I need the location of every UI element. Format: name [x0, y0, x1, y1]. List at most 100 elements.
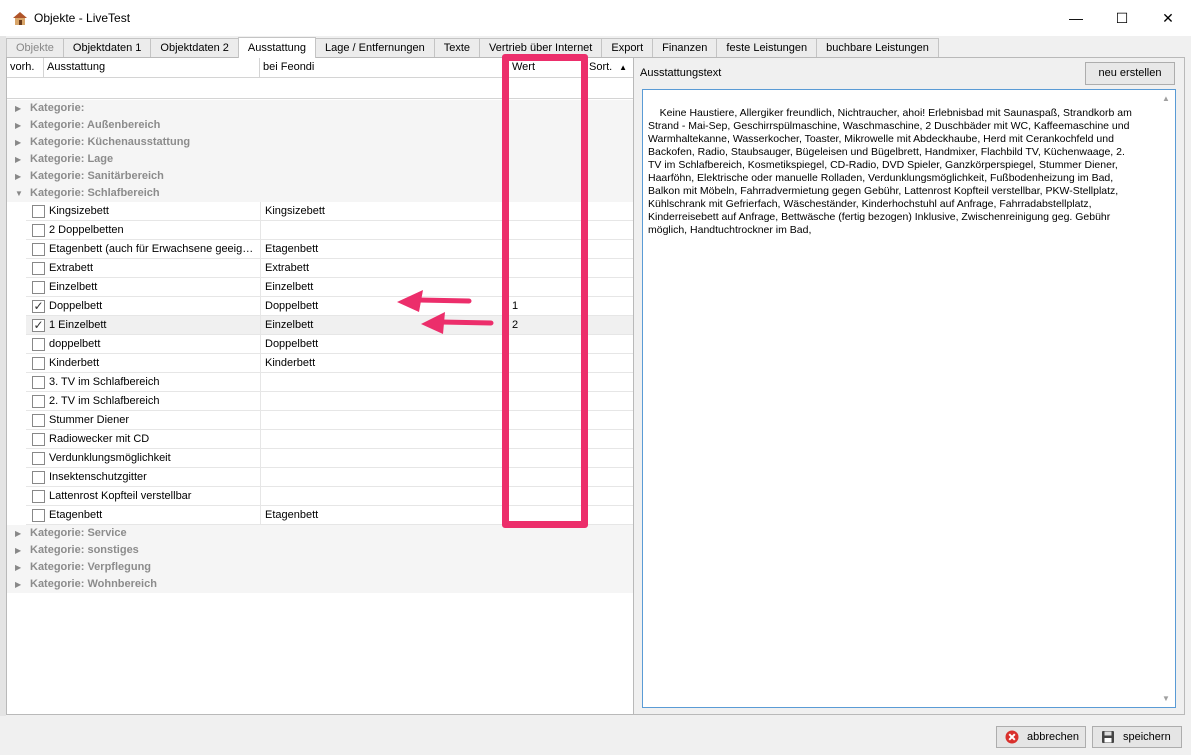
ausstattung-cell[interactable]: Doppelbett	[49, 297, 255, 315]
maximize-button[interactable]: ☐	[1099, 0, 1145, 36]
feondi-cell[interactable]	[260, 392, 500, 410]
table-row[interactable]: ✓ 1 Einzelbett Einzelbett 2	[26, 316, 633, 335]
tab-vertrieb[interactable]: Vertrieb über Internet	[479, 38, 603, 58]
expand-arrow-icon[interactable]: ▶	[15, 542, 21, 559]
ausstattung-cell[interactable]: Stummer Diener	[49, 411, 255, 429]
wert-cell[interactable]: 1	[512, 297, 572, 315]
ausstattung-cell[interactable]: Verdunklungsmöglichkeit	[49, 449, 255, 467]
table-row[interactable]: 2 Doppelbetten	[26, 221, 633, 240]
feondi-cell[interactable]: Extrabett	[260, 259, 500, 277]
vorhanden-checkbox[interactable]	[32, 395, 45, 408]
vorhanden-checkbox[interactable]	[32, 338, 45, 351]
ausstattung-cell[interactable]: Kinderbett	[49, 354, 255, 372]
column-wert[interactable]: Wert	[508, 58, 586, 78]
expand-arrow-icon[interactable]: ▶	[15, 525, 21, 542]
table-row[interactable]: Einzelbett Einzelbett	[26, 278, 633, 297]
vorhanden-checkbox[interactable]	[32, 243, 45, 256]
feondi-cell[interactable]: Kinderbett	[260, 354, 500, 372]
tab-lage-entfernungen[interactable]: Lage / Entfernungen	[315, 38, 435, 58]
category-row[interactable]: ▶ Kategorie: Außenbereich	[7, 117, 633, 134]
table-row[interactable]: Stummer Diener	[26, 411, 633, 430]
category-row[interactable]: ▶ Kategorie: Service	[7, 525, 633, 542]
vorhanden-checkbox-checked[interactable]: ✓	[32, 319, 45, 332]
expand-arrow-icon[interactable]: ▶	[15, 100, 21, 117]
minimize-button[interactable]: —	[1053, 0, 1099, 36]
wert-cell[interactable]: 2	[512, 316, 572, 334]
feondi-cell[interactable]: Kingsizebett	[260, 202, 500, 220]
feondi-cell[interactable]: Etagenbett	[260, 506, 500, 524]
vorhanden-checkbox[interactable]	[32, 452, 45, 465]
tab-feste-leistungen[interactable]: feste Leistungen	[716, 38, 818, 58]
ausstattung-cell[interactable]: 2. TV im Schlafbereich	[49, 392, 255, 410]
vorhanden-checkbox[interactable]	[32, 262, 45, 275]
feondi-cell[interactable]	[260, 449, 500, 467]
feondi-cell[interactable]	[260, 430, 500, 448]
ausstattung-cell[interactable]: Kingsizebett	[49, 202, 255, 220]
filter-row[interactable]	[7, 78, 633, 99]
tab-ausstattung[interactable]: Ausstattung	[237, 37, 317, 58]
vorhanden-checkbox[interactable]	[32, 509, 45, 522]
expand-arrow-icon[interactable]: ▶	[15, 168, 21, 185]
expand-arrow-icon[interactable]: ▶	[15, 117, 21, 134]
textarea-scrollbar[interactable]: ▲ ▼	[1160, 90, 1175, 707]
table-row[interactable]: doppelbett Doppelbett	[26, 335, 633, 354]
category-row[interactable]: ▶ Kategorie: sonstiges	[7, 542, 633, 559]
abbrechen-button[interactable]: abbrechen	[996, 726, 1086, 748]
ausstattung-cell[interactable]: 2 Doppelbetten	[49, 221, 255, 239]
table-row[interactable]: 3. TV im Schlafbereich	[26, 373, 633, 392]
feondi-cell[interactable]	[260, 373, 500, 391]
table-row[interactable]: ✓ Doppelbett Doppelbett 1	[26, 297, 633, 316]
close-button[interactable]: ✕	[1145, 0, 1191, 36]
category-row[interactable]: ▶ Kategorie: Wohnbereich	[7, 576, 633, 593]
ausstattung-cell[interactable]: Etagenbett (auch für Erwachsene geeign..…	[49, 240, 255, 258]
column-bei-feondi[interactable]: bei Feondi	[260, 58, 508, 78]
ausstattungstext-textarea[interactable]: Keine Haustiere, Allergiker freundlich, …	[642, 89, 1176, 708]
table-row[interactable]: Extrabett Extrabett	[26, 259, 633, 278]
expand-arrow-icon[interactable]: ▶	[15, 576, 21, 593]
tab-export[interactable]: Export	[601, 38, 654, 58]
column-vorh[interactable]: vorh.	[7, 58, 44, 78]
vorhanden-checkbox[interactable]	[32, 281, 45, 294]
tab-buchbare-leistungen[interactable]: buchbare Leistungen	[816, 38, 939, 58]
category-row[interactable]: ▶ Kategorie: Lage	[7, 151, 633, 168]
ausstattung-cell[interactable]: doppelbett	[49, 335, 255, 353]
vorhanden-checkbox[interactable]	[32, 471, 45, 484]
tab-objekte[interactable]: Objekte	[6, 38, 64, 58]
feondi-cell[interactable]	[260, 487, 500, 505]
vorhanden-checkbox[interactable]	[32, 433, 45, 446]
ausstattung-cell[interactable]: Einzelbett	[49, 278, 255, 296]
ausstattung-cell[interactable]: Etagenbett	[49, 506, 255, 524]
ausstattung-cell[interactable]: Lattenrost Kopfteil verstellbar	[49, 487, 255, 505]
vorhanden-checkbox[interactable]	[32, 376, 45, 389]
category-row[interactable]: ▼ Kategorie: Schlafbereich	[7, 185, 633, 202]
ausstattung-cell[interactable]: 1 Einzelbett	[49, 316, 255, 334]
feondi-cell[interactable]: Doppelbett	[260, 335, 500, 353]
category-row[interactable]: ▶ Kategorie: Sanitärbereich	[7, 168, 633, 185]
table-row[interactable]: Radiowecker mit CD	[26, 430, 633, 449]
ausstattung-cell[interactable]: 3. TV im Schlafbereich	[49, 373, 255, 391]
feondi-cell[interactable]: Einzelbett	[260, 278, 500, 296]
feondi-cell[interactable]: Einzelbett	[260, 316, 500, 334]
tab-texte[interactable]: Texte	[433, 38, 481, 58]
feondi-cell[interactable]	[260, 468, 500, 486]
speichern-button[interactable]: speichern	[1092, 726, 1182, 748]
vorhanden-checkbox[interactable]	[32, 414, 45, 427]
ausstattung-cell[interactable]: Insektenschutzgitter	[49, 468, 255, 486]
category-row[interactable]: ▶ Kategorie:	[7, 100, 633, 117]
table-row[interactable]: Insektenschutzgitter	[26, 468, 633, 487]
table-row[interactable]: Kingsizebett Kingsizebett	[26, 202, 633, 221]
table-row[interactable]: Kinderbett Kinderbett	[26, 354, 633, 373]
tab-finanzen[interactable]: Finanzen	[652, 38, 718, 58]
table-row[interactable]: Lattenrost Kopfteil verstellbar	[26, 487, 633, 506]
vorhanden-checkbox[interactable]	[32, 490, 45, 503]
feondi-cell[interactable]: Doppelbett	[260, 297, 500, 315]
table-row[interactable]: Etagenbett (auch für Erwachsene geeign..…	[26, 240, 633, 259]
vorhanden-checkbox[interactable]	[32, 224, 45, 237]
column-sort[interactable]: Sort. ▲	[586, 58, 633, 78]
category-row[interactable]: ▶ Kategorie: Verpflegung	[7, 559, 633, 576]
expand-arrow-icon[interactable]: ▶	[15, 134, 21, 151]
scroll-down-icon[interactable]: ▼	[1162, 692, 1170, 705]
vorhanden-checkbox[interactable]	[32, 357, 45, 370]
tab-objektdaten-2[interactable]: Objektdaten 2	[150, 38, 239, 58]
vorhanden-checkbox-checked[interactable]: ✓	[32, 300, 45, 313]
